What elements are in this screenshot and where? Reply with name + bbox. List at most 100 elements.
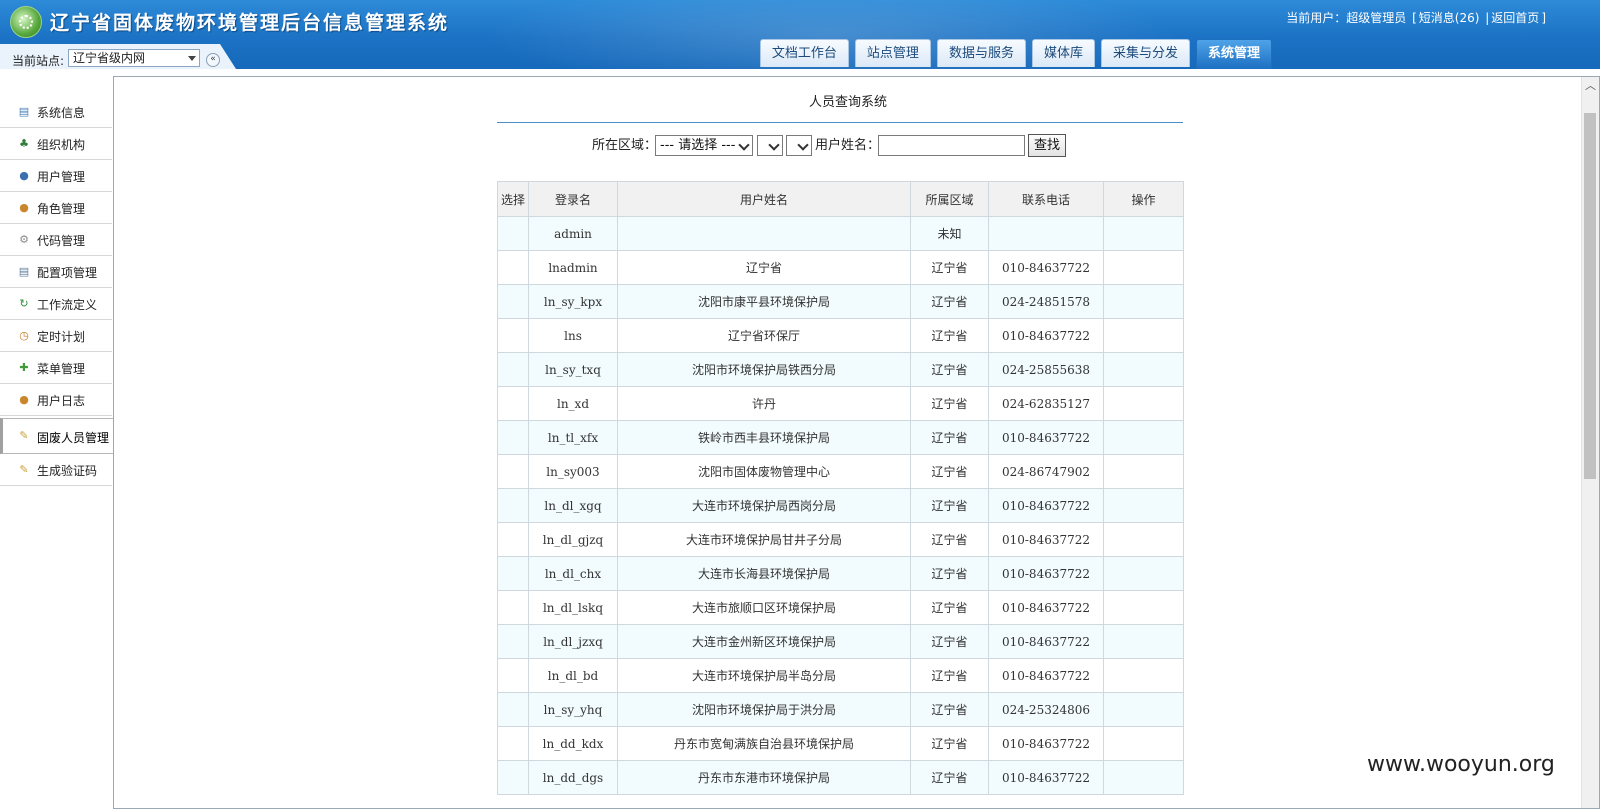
actions-cell[interactable] xyxy=(1103,726,1184,761)
actions-cell[interactable] xyxy=(1103,556,1184,591)
county-select[interactable] xyxy=(786,135,812,156)
table-row[interactable]: ln_dd_dgs 丹东市东港市环境保护局 辽宁省 010-84637722 xyxy=(497,760,1184,795)
table-row[interactable]: ln_dl_bd 大连市环境保护局半岛分局 辽宁省 010-84637722 xyxy=(497,658,1184,693)
scroll-up-icon[interactable]: ︿ xyxy=(1582,77,1599,94)
select-cell[interactable] xyxy=(497,318,529,353)
table-row[interactable]: ln_sy_txq 沈阳市环境保护局铁西分局 辽宁省 024-25855638 xyxy=(497,352,1184,387)
actions-cell[interactable] xyxy=(1103,284,1184,319)
login-cell: ln_sy003 xyxy=(528,454,618,489)
messages-link[interactable]: 短消息(26) xyxy=(1419,11,1480,25)
sidebar-item-label: 工作流定义 xyxy=(37,298,98,312)
table-row[interactable]: ln_dl_gjzq 大连市环境保护局甘井子分局 辽宁省 010-84637722 xyxy=(497,522,1184,557)
table-row[interactable]: ln_dl_chx 大连市长海县环境保护局 辽宁省 010-84637722 xyxy=(497,556,1184,591)
actions-cell[interactable] xyxy=(1103,658,1184,693)
login-cell: admin xyxy=(528,216,618,251)
table-row[interactable]: ln_dl_xgq 大连市环境保护局西岗分局 辽宁省 010-84637722 xyxy=(497,488,1184,523)
name-input[interactable] xyxy=(878,135,1025,156)
sidebar-item-roles[interactable]: ● 角色管理 xyxy=(0,192,112,224)
sidebar-item-waste-staff[interactable]: ✎ 固废人员管理 xyxy=(0,418,114,454)
actions-cell[interactable] xyxy=(1103,760,1184,795)
select-cell[interactable] xyxy=(497,726,529,761)
tab-sites[interactable]: 站点管理 xyxy=(854,39,931,67)
search-button[interactable]: 查找 xyxy=(1028,134,1066,157)
tab-data-services[interactable]: 数据与服务 xyxy=(936,39,1026,67)
actions-cell[interactable] xyxy=(1103,454,1184,489)
table-row[interactable]: ln_sy003 沈阳市固体废物管理中心 辽宁省 024-86747902 xyxy=(497,454,1184,489)
region-cell: 辽宁省 xyxy=(910,624,989,659)
station-label: 当前站点: xyxy=(12,54,65,68)
select-cell[interactable] xyxy=(497,760,529,795)
user-bar-divider: | xyxy=(1485,11,1490,25)
phone-cell: 010-84637722 xyxy=(988,726,1104,761)
tab-documents[interactable]: 文档工作台 xyxy=(759,39,849,67)
phone-cell: 024-86747902 xyxy=(988,454,1104,489)
login-cell: lns xyxy=(528,318,618,353)
select-cell[interactable] xyxy=(497,454,529,489)
sidebar-item-system-info[interactable]: ▤ 系统信息 xyxy=(0,96,112,128)
actions-cell[interactable] xyxy=(1103,488,1184,523)
select-cell[interactable] xyxy=(497,522,529,557)
tab-system-management[interactable]: 系统管理 xyxy=(1195,39,1272,69)
actions-cell[interactable] xyxy=(1103,420,1184,455)
table-row[interactable]: ln_dl_lskq 大连市旅顺口区环境保护局 辽宁省 010-84637722 xyxy=(497,590,1184,625)
actions-cell[interactable] xyxy=(1103,216,1184,251)
username-cell: 许丹 xyxy=(617,386,911,421)
select-cell[interactable] xyxy=(497,658,529,693)
select-cell[interactable] xyxy=(497,250,529,285)
notepad-icon: ✎ xyxy=(19,463,29,476)
column-header-region: 所属区域 xyxy=(910,181,989,217)
actions-cell[interactable] xyxy=(1103,522,1184,557)
sidebar-item-menus[interactable]: ✚ 菜单管理 xyxy=(0,352,112,384)
table-row[interactable]: ln_xd 许丹 辽宁省 024-62835127 xyxy=(497,386,1184,421)
tab-media[interactable]: 媒体库 xyxy=(1031,39,1095,67)
select-cell[interactable] xyxy=(497,488,529,523)
gears-icon: ⚙ xyxy=(19,233,29,246)
table-row[interactable]: admin 未知 xyxy=(497,216,1184,251)
table-row[interactable]: lns 辽宁省环保厅 辽宁省 010-84637722 xyxy=(497,318,1184,353)
username-cell: 辽宁省环保厅 xyxy=(617,318,911,353)
phone-cell: 010-84637722 xyxy=(988,658,1104,693)
actions-cell[interactable] xyxy=(1103,386,1184,421)
table-row[interactable]: lnadmin 辽宁省 辽宁省 010-84637722 xyxy=(497,250,1184,285)
select-cell[interactable] xyxy=(497,352,529,387)
region-select[interactable]: --- 请选择 --- xyxy=(655,135,753,156)
table-row[interactable]: ln_tl_xfx 铁岭市西丰县环境保护局 辽宁省 010-84637722 xyxy=(497,420,1184,455)
region-cell: 辽宁省 xyxy=(910,352,989,387)
select-cell[interactable] xyxy=(497,590,529,625)
sidebar-item-captcha[interactable]: ✎ 生成验证码 xyxy=(0,454,112,486)
actions-cell[interactable] xyxy=(1103,352,1184,387)
column-header-username: 用户姓名 xyxy=(617,181,911,217)
table-row[interactable]: ln_sy_kpx 沈阳市康平县环境保护局 辽宁省 024-24851578 xyxy=(497,284,1184,319)
phone-cell: 024-25855638 xyxy=(988,352,1104,387)
sidebar-item-config[interactable]: ▤ 配置项管理 xyxy=(0,256,112,288)
select-cell[interactable] xyxy=(497,216,529,251)
select-cell[interactable] xyxy=(497,692,529,727)
scrollbar-thumb[interactable] xyxy=(1584,113,1596,479)
sidebar-item-schedule[interactable]: ◷ 定时计划 xyxy=(0,320,112,352)
table-row[interactable]: ln_sy_yhq 沈阳市环境保护局于洪分局 辽宁省 024-25324806 xyxy=(497,692,1184,727)
sidebar-item-users[interactable]: ● 用户管理 xyxy=(0,160,112,192)
table-row[interactable]: ln_dl_jzxq 大连市金州新区环境保护局 辽宁省 010-84637722 xyxy=(497,624,1184,659)
sidebar-item-organization[interactable]: ♣ 组织机构 xyxy=(0,128,112,160)
collapse-sidebar-button[interactable]: « xyxy=(206,53,220,67)
actions-cell[interactable] xyxy=(1103,250,1184,285)
home-link[interactable]: 返回首页 xyxy=(1491,11,1539,25)
actions-cell[interactable] xyxy=(1103,624,1184,659)
select-cell[interactable] xyxy=(497,386,529,421)
vertical-scrollbar[interactable]: ︿ xyxy=(1581,77,1599,808)
sidebar-item-user-logs[interactable]: ● 用户日志 xyxy=(0,384,112,416)
tab-collect-distribute[interactable]: 采集与分发 xyxy=(1100,39,1190,67)
select-cell[interactable] xyxy=(497,284,529,319)
sidebar-item-codes[interactable]: ⚙ 代码管理 xyxy=(0,224,112,256)
actions-cell[interactable] xyxy=(1103,590,1184,625)
city-select[interactable] xyxy=(757,135,783,156)
sidebar-item-workflow[interactable]: ↻ 工作流定义 xyxy=(0,288,112,320)
station-select[interactable]: 辽宁省级内网 xyxy=(68,49,200,67)
table-row[interactable]: ln_dd_kdx 丹东市宽甸满族自治县环境保护局 辽宁省 010-84637722 xyxy=(497,726,1184,761)
actions-cell[interactable] xyxy=(1103,318,1184,353)
select-cell[interactable] xyxy=(497,420,529,455)
region-cell: 辽宁省 xyxy=(910,318,989,353)
actions-cell[interactable] xyxy=(1103,692,1184,727)
select-cell[interactable] xyxy=(497,556,529,591)
select-cell[interactable] xyxy=(497,624,529,659)
